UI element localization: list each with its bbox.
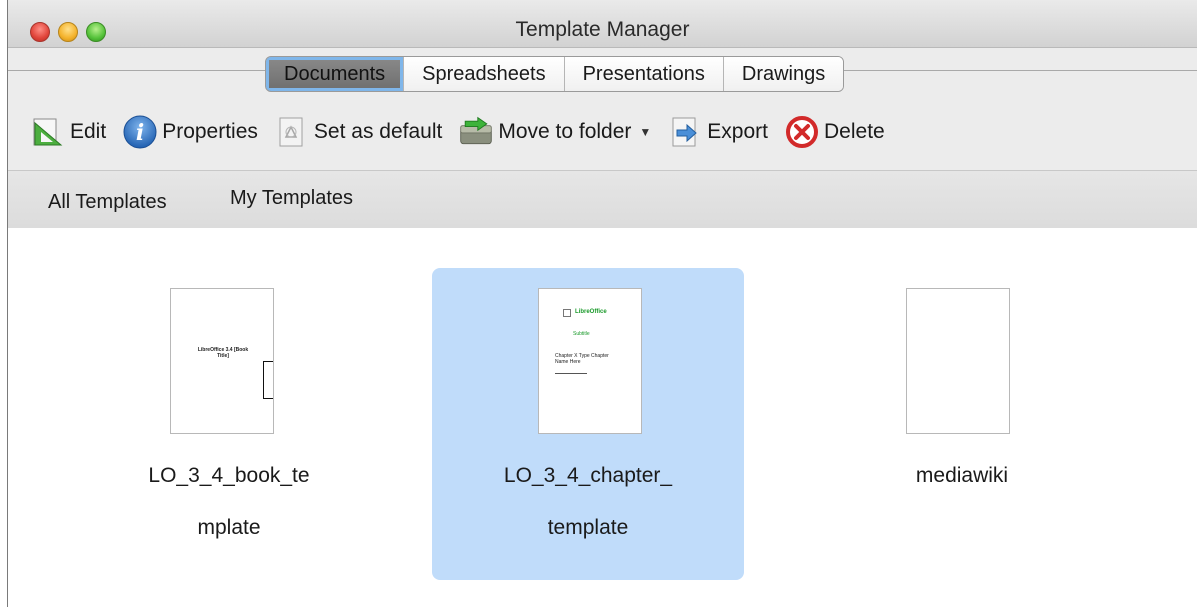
template-thumbnail: LibreOffice 3.4 [Book Title] (170, 288, 274, 434)
export-icon (667, 114, 703, 150)
thumbnail-text: LibreOffice 3.4 [Book Title] (197, 347, 249, 359)
move-folder-icon (458, 114, 494, 150)
move-to-folder-label: Move to folder (498, 120, 632, 143)
template-manager-window: Template Manager Documents Spreadsheets … (8, 0, 1197, 607)
info-icon: i (122, 114, 158, 150)
template-label-line2: template (547, 516, 629, 539)
edit-icon (30, 114, 66, 150)
template-item-mediawiki[interactable]: mediawiki (806, 268, 1118, 580)
template-thumbnail (906, 288, 1010, 434)
tab-presentations[interactable]: Presentations (564, 57, 724, 91)
delete-button[interactable]: Delete (784, 112, 885, 152)
properties-button[interactable]: i Properties (122, 112, 258, 152)
template-label-line1: LO_3_4_book_te (148, 464, 310, 487)
export-label: Export (707, 120, 768, 143)
set-default-label: Set as default (313, 120, 443, 143)
filter-all-templates[interactable]: All Templates (48, 191, 167, 214)
thumbnail-brand: LibreOffice (575, 309, 607, 315)
thumbnail-bracket (263, 361, 273, 399)
edit-label: Edit (70, 120, 107, 143)
tab-drawings[interactable]: Drawings (723, 57, 844, 91)
toolbar: Edit i Properties Set as default Move to… (8, 104, 1197, 160)
export-button[interactable]: Export (667, 112, 768, 152)
tabs-area: Documents Spreadsheets Presentations Dra… (8, 48, 1197, 94)
template-thumbnail: LibreOffice Subtitle Chapter X Type Chap… (538, 288, 642, 434)
thumbnail-rule (555, 373, 587, 374)
title-bar: Template Manager (8, 0, 1197, 48)
filter-bar: All Templates My Templates (8, 170, 1197, 228)
set-default-icon (274, 114, 310, 150)
document-type-tabs: Documents Spreadsheets Presentations Dra… (265, 56, 845, 92)
thumbnail-text: Chapter X Type Chapter Name Here (555, 353, 609, 365)
filter-my-templates[interactable]: My Templates (230, 187, 353, 210)
template-grid: LibreOffice 3.4 [Book Title] LO_3_4_book… (8, 228, 1197, 607)
set-as-default-button[interactable]: Set as default (274, 112, 442, 152)
template-label-line1: LO_3_4_chapter_ (503, 464, 673, 487)
delete-icon (784, 114, 820, 150)
properties-label: Properties (162, 120, 258, 143)
template-label-line2: mplate (197, 516, 261, 539)
left-edge (0, 0, 8, 607)
thumbnail-logo-icon (563, 309, 571, 317)
delete-label: Delete (824, 120, 885, 143)
window-title: Template Manager (515, 18, 690, 41)
template-item-chapter[interactable]: LibreOffice Subtitle Chapter X Type Chap… (432, 268, 744, 580)
chevron-down-icon: ▼ (639, 125, 652, 139)
template-label-line1: mediawiki (915, 464, 1009, 487)
tab-documents[interactable]: Documents (266, 57, 405, 91)
svg-text:i: i (136, 120, 144, 146)
thumbnail-heading: Subtitle (573, 331, 590, 337)
tab-spreadsheets[interactable]: Spreadsheets (404, 57, 565, 91)
move-to-folder-button[interactable]: Move to folder ▼ (458, 112, 651, 152)
edit-button[interactable]: Edit (30, 112, 106, 152)
template-item-book[interactable]: LibreOffice 3.4 [Book Title] LO_3_4_book… (73, 268, 385, 580)
